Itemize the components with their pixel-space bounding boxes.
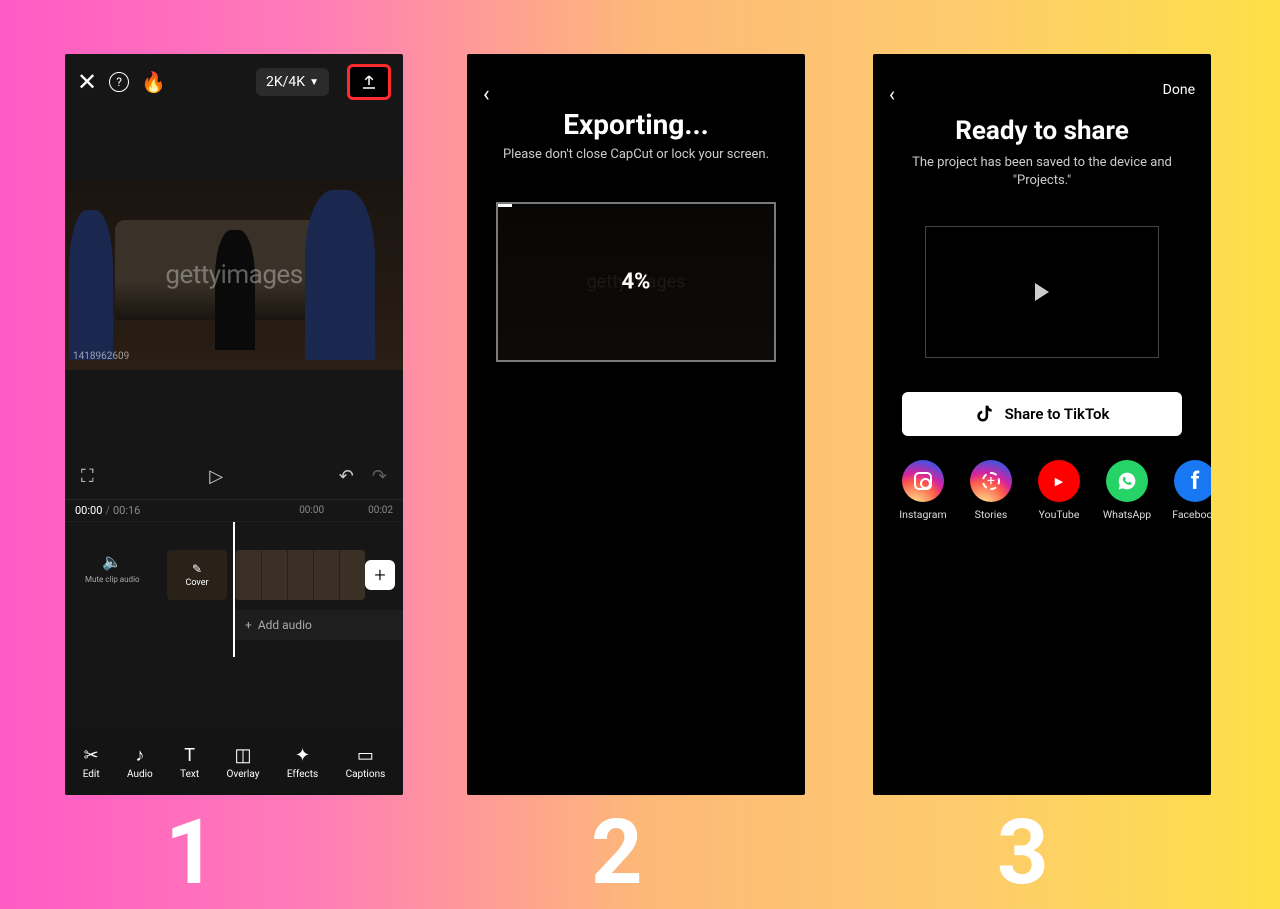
step-number-3: 3: [997, 800, 1049, 905]
play-icon[interactable]: ▷: [209, 466, 223, 487]
undo-icon[interactable]: ↶: [339, 466, 354, 487]
tick-1: 00:00: [299, 505, 324, 516]
video-preview[interactable]: gettyimages 1418962609: [65, 180, 403, 370]
pencil-icon: ✎: [192, 562, 202, 576]
redo-icon[interactable]: ↷: [372, 466, 387, 487]
share-youtube[interactable]: ▶YouTube: [1033, 460, 1085, 521]
progress-bar: [498, 204, 512, 207]
export-button[interactable]: [347, 64, 391, 100]
plus-icon: +: [245, 618, 252, 632]
music-icon: ♪: [135, 745, 144, 766]
export-percent: 4%: [622, 270, 651, 295]
share-tiktok-button[interactable]: Share to TikTok: [902, 392, 1182, 436]
done-button[interactable]: Done: [1163, 82, 1195, 98]
ready-title: Ready to share: [873, 116, 1211, 146]
resolution-label: 2K/4K: [266, 74, 305, 90]
nav-edit[interactable]: ✂Edit: [83, 745, 100, 780]
tick-2: 00:02: [368, 505, 393, 516]
add-clip-button[interactable]: +: [365, 560, 395, 590]
nav-text[interactable]: TText: [180, 745, 199, 780]
exporting-screen: ‹ Exporting... Please don't close CapCut…: [467, 54, 805, 795]
export-preview: gettyimages 4%: [496, 202, 776, 362]
cover-button[interactable]: ✎ Cover: [167, 550, 227, 600]
video-track[interactable]: [235, 550, 365, 600]
share-whatsapp[interactable]: WhatsApp: [1101, 460, 1153, 521]
nav-captions[interactable]: ▭Captions: [346, 745, 386, 780]
text-icon: T: [184, 745, 195, 766]
close-icon[interactable]: ✕: [77, 68, 97, 96]
time-current: 00:00: [75, 504, 102, 517]
editor-screen: ✕ ? 🔥 2K/4K ▼ gettyimages 1418962609 ⛶ ▷…: [65, 54, 403, 795]
timeline[interactable]: 🔈 Mute clip audio ✎ Cover + + Add audio: [65, 521, 403, 676]
scissors-icon: ✂: [84, 745, 99, 766]
playhead[interactable]: [233, 522, 235, 657]
share-stories[interactable]: +Stories: [965, 460, 1017, 521]
upload-icon: [360, 73, 378, 91]
tiktok-icon: [975, 404, 995, 424]
back-icon[interactable]: ‹: [483, 82, 490, 107]
sparkle-icon: ✦: [295, 745, 310, 766]
step-number-1: 1: [165, 800, 217, 905]
watermark-text: gettyimages: [165, 260, 302, 290]
captions-icon: ▭: [357, 745, 374, 766]
editor-topbar: ✕ ? 🔥 2K/4K ▼: [65, 54, 403, 110]
nav-effects[interactable]: ✦Effects: [287, 745, 318, 780]
step-number-2: 2: [591, 800, 643, 905]
asset-id: 1418962609: [73, 351, 129, 362]
exported-video[interactable]: [925, 226, 1159, 358]
share-facebook[interactable]: fFacebook: [1169, 460, 1211, 521]
help-icon[interactable]: ?: [109, 72, 129, 92]
back-icon[interactable]: ‹: [889, 82, 895, 106]
nav-audio[interactable]: ♪Audio: [127, 745, 153, 780]
share-instagram[interactable]: Instagram: [897, 460, 949, 521]
exporting-title: Exporting...: [467, 108, 805, 141]
flame-icon[interactable]: 🔥: [141, 70, 166, 94]
resolution-button[interactable]: 2K/4K ▼: [256, 68, 329, 96]
nav-overlay[interactable]: ◫Overlay: [227, 745, 260, 780]
play-icon: [1035, 283, 1049, 301]
share-screen: ‹ Done Ready to share The project has be…: [873, 54, 1211, 795]
bottom-toolbar: ✂Edit ♪Audio TText ◫Overlay ✦Effects ▭Ca…: [65, 729, 403, 795]
share-row: Instagram +Stories ▶YouTube WhatsApp fFa…: [897, 460, 1211, 521]
overlay-icon: ◫: [234, 745, 251, 766]
exporting-subtitle: Please don't close CapCut or lock your s…: [467, 147, 805, 162]
time-total: 00:16: [113, 504, 140, 517]
chevron-down-icon: ▼: [309, 77, 319, 88]
fullscreen-icon[interactable]: ⛶: [81, 466, 94, 487]
mute-clip-button[interactable]: 🔈 Mute clip audio: [85, 552, 140, 584]
playback-controls: ⛶ ▷ ↶ ↷: [65, 454, 403, 499]
ready-subtitle: The project has been saved to the device…: [873, 154, 1211, 190]
timeline-header: 00:00 / 00:16 00:00 00:02: [65, 499, 403, 521]
add-audio-button[interactable]: + Add audio: [235, 610, 403, 640]
speaker-icon: 🔈: [85, 552, 140, 571]
